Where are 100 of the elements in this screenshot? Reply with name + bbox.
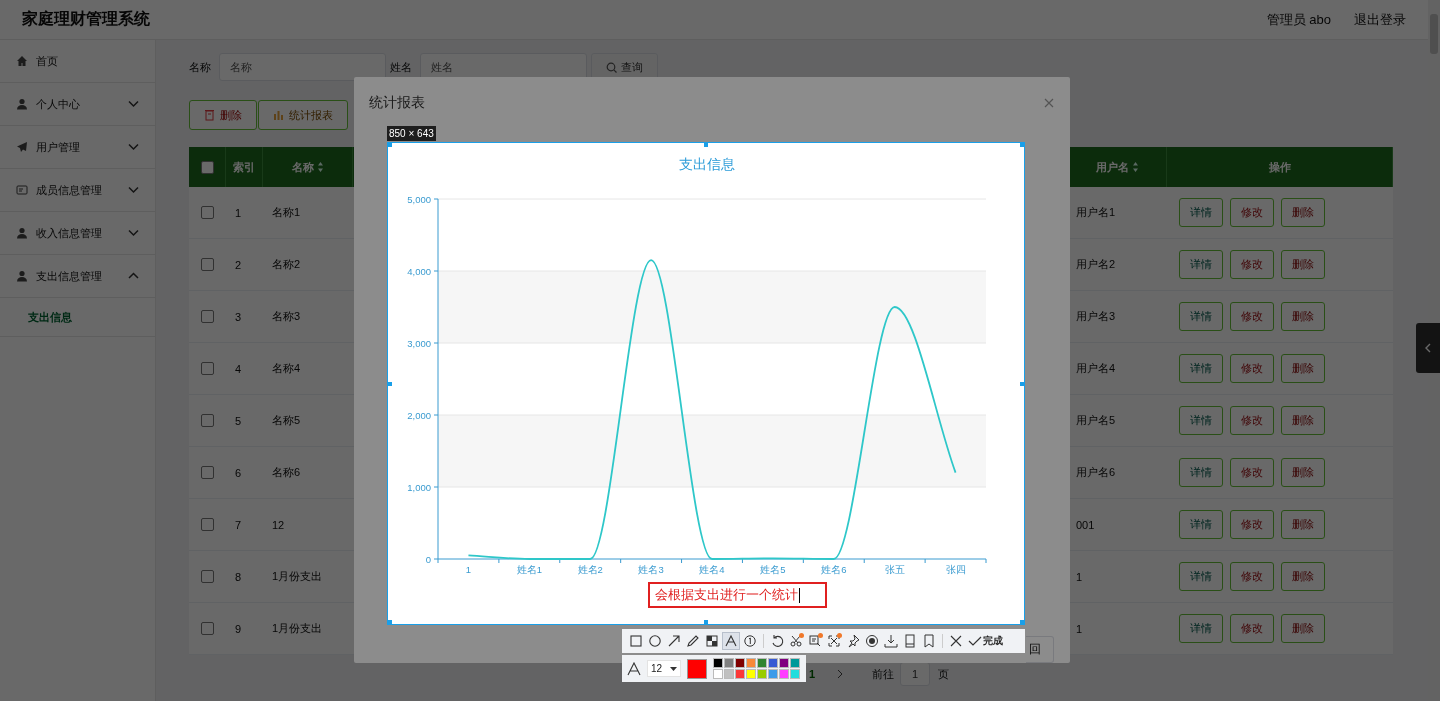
axis-label: 姓名2 [577, 564, 603, 575]
axis-label: 1 [465, 564, 472, 575]
axis-label: 姓名1 [516, 564, 542, 575]
close-icon [949, 634, 963, 648]
font-size-select[interactable]: 12 [647, 660, 681, 677]
document-icon [808, 634, 822, 648]
color-swatch[interactable] [768, 658, 778, 668]
color-swatch[interactable] [790, 669, 800, 679]
selection-frame[interactable] [387, 142, 1025, 625]
goto-label: 前往 [872, 666, 894, 682]
axis-label: 姓名6 [821, 564, 847, 575]
tool-button[interactable] [741, 632, 759, 650]
color-swatch[interactable] [735, 658, 745, 668]
table-cell: 4 [235, 362, 242, 375]
axis-label: 5,000 [407, 193, 431, 205]
chart-title: 支出信息 [678, 157, 735, 172]
scissors-icon [789, 634, 803, 648]
record-icon [865, 634, 879, 648]
color-swatch[interactable] [768, 669, 778, 679]
axis-label: 姓名3 [638, 564, 664, 575]
color-swatch[interactable] [779, 658, 789, 668]
table-cell: 用户名4 [1076, 361, 1116, 376]
table-cell: 用户名2 [1076, 257, 1116, 272]
sidebar-item[interactable]: 个人中心 [0, 83, 155, 126]
table-cell: 1 [1076, 622, 1083, 635]
color-swatch[interactable] [735, 669, 745, 679]
color-swatch[interactable] [757, 669, 767, 679]
scan-icon [827, 634, 841, 648]
rectangle-icon [629, 634, 643, 648]
app-title: 家庭理财管理系统 [22, 9, 150, 29]
color-swatch[interactable] [713, 658, 723, 668]
number-marker-icon [743, 634, 757, 648]
axis-label: 姓名5 [760, 564, 786, 575]
current-color-swatch[interactable] [687, 658, 707, 679]
tool-button[interactable] [882, 632, 900, 650]
pencil-icon [686, 634, 700, 648]
sidebar-item[interactable]: 收入信息管理 [0, 212, 155, 255]
table-cell: 名称1 [272, 205, 301, 220]
field-label: 名称 [189, 59, 211, 75]
tool-button[interactable] [703, 632, 721, 650]
table-cell: 12 [272, 518, 285, 531]
table-cell: 1月份支出 [272, 621, 323, 636]
color-swatch[interactable] [757, 658, 767, 668]
sidebar-item[interactable]: 支出信息管理 [0, 255, 155, 298]
table-cell: 名称2 [272, 257, 301, 272]
sidebar-item[interactable]: 成员信息管理 [0, 169, 155, 212]
size-label: 850 × 643 [387, 126, 436, 141]
logout-link[interactable]: 退出登录 [1354, 10, 1406, 29]
axis-label: 3,000 [407, 337, 431, 349]
dialog-title: 统计报表 [369, 94, 426, 112]
admin-username: 管理员 abo [1266, 10, 1331, 29]
axis-label: 张五 [884, 564, 905, 575]
tool-button[interactable] [825, 632, 843, 650]
axis-label: 张四 [945, 564, 966, 575]
mosaic-icon [705, 634, 719, 648]
axis-label: 1,000 [407, 481, 431, 493]
color-swatch[interactable] [724, 658, 734, 668]
sidebar-item[interactable]: 首页 [0, 40, 155, 83]
axis-label: 4,000 [407, 265, 431, 277]
table-cell: 1 [1076, 570, 1083, 583]
text-annotation[interactable]: 会根据支出进行一个统计 [648, 582, 827, 608]
axis-label: 姓名4 [699, 564, 725, 575]
pin-icon [846, 634, 860, 648]
sidebar-item[interactable]: 用户管理 [0, 126, 155, 169]
tool-button[interactable] [787, 632, 805, 650]
table-cell: 1 [235, 206, 242, 219]
table-cell: 6 [235, 466, 242, 479]
tool-button[interactable] [646, 632, 664, 650]
color-swatch[interactable] [790, 658, 800, 668]
table-cell: 用户名1 [1076, 205, 1116, 220]
ellipse-icon [648, 634, 662, 648]
page-unit-label: 页 [938, 666, 949, 682]
color-swatch[interactable] [779, 669, 789, 679]
submenu-item[interactable]: 支出信息 [0, 298, 155, 337]
undo-icon [770, 634, 784, 648]
arrow-icon [667, 634, 681, 648]
axis-label: 2,000 [407, 409, 431, 421]
table-cell: 1月份支出 [272, 569, 323, 584]
download-icon [884, 634, 898, 648]
table-cell: 3 [235, 310, 242, 323]
color-swatch[interactable] [746, 669, 756, 679]
table-cell: 名称5 [272, 413, 301, 428]
color-swatch[interactable] [746, 658, 756, 668]
tool-button[interactable] [863, 632, 881, 650]
table-cell: 9 [235, 622, 242, 635]
table-cell: 用户名5 [1076, 413, 1116, 428]
table-cell: 用户名3 [1076, 309, 1116, 324]
axis-label: 0 [425, 553, 431, 565]
caret-icon [670, 666, 677, 671]
color-swatch[interactable] [713, 669, 723, 679]
table-cell: 名称3 [272, 309, 301, 324]
color-swatch[interactable] [724, 669, 734, 679]
check-icon [968, 635, 982, 647]
table-cell: 名称4 [272, 361, 301, 376]
bookmark-icon [922, 634, 936, 648]
field-label: 姓名 [390, 59, 412, 75]
table-cell: 001 [1076, 518, 1095, 531]
done-button[interactable]: 完成 [966, 634, 1003, 648]
table-cell: 5 [235, 414, 242, 427]
tool-button[interactable] [722, 632, 740, 650]
